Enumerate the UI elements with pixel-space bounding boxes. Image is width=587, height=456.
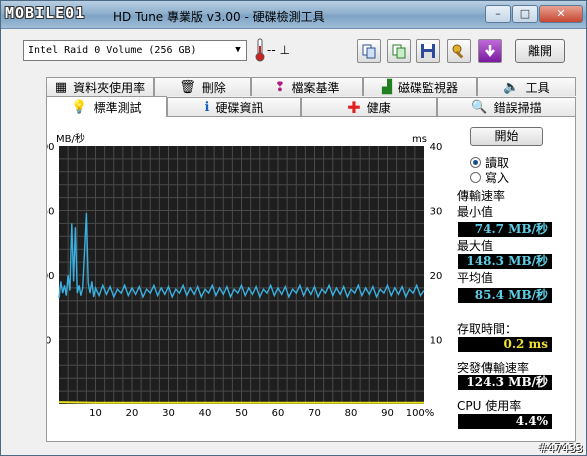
y-tick-left: 100 xyxy=(47,271,55,282)
read-radio-dot xyxy=(470,157,481,168)
y-tick-right: 20 xyxy=(430,271,443,282)
x-tick: 100% xyxy=(406,408,435,419)
tab-label: 硬碟資訊 xyxy=(215,100,264,115)
trash-icon: 🗑 xyxy=(179,79,196,95)
y-tick-left: 150 xyxy=(47,207,55,218)
copy-image-icon xyxy=(392,44,406,59)
x-tick: 70 xyxy=(308,408,321,419)
options-button[interactable] xyxy=(447,39,471,63)
health-cross-icon: ✚ xyxy=(347,97,361,117)
benchmark-icon: 💡 xyxy=(71,99,88,115)
transfer-rate-chart: MB/秒 ms 50 100 150 200 10 20 30 40 10 20 30 40 50 60 70 8… xyxy=(47,132,443,419)
tab-disk-info[interactable]: ℹ 硬碟資訊 xyxy=(167,97,301,116)
info-icon: ℹ xyxy=(204,99,210,115)
y-tick-right: 40 xyxy=(430,142,443,153)
tools-icon xyxy=(452,44,464,59)
tab-folder-usage[interactable]: ▦ 資料夾使用率 xyxy=(46,77,154,96)
copy-icon xyxy=(362,44,376,59)
drive-select-value: Intel Raid 0 Volume (256 GB) xyxy=(28,45,197,56)
tab-label: 磁碟監視器 xyxy=(397,80,458,95)
x-tick: 10 xyxy=(89,408,102,419)
magnifier-icon: 🔍 xyxy=(471,99,488,115)
burst-rate-value: 124.3 MB/秒 xyxy=(458,375,552,390)
y-axis-label-left: MB/秒 xyxy=(56,132,85,145)
y-tick-left: 50 xyxy=(47,336,51,347)
tab-label: 標準測試 xyxy=(93,100,142,115)
write-radio-label: 寫入 xyxy=(485,171,510,185)
y-tick-right: 10 xyxy=(430,336,443,347)
file-benchmark-icon: ❢ xyxy=(274,79,286,95)
x-tick: 50 xyxy=(235,408,248,419)
tab-label: 資料夾使用率 xyxy=(73,80,146,95)
thermometer-icon xyxy=(255,38,265,62)
y-tick-left: 200 xyxy=(47,142,55,153)
close-button[interactable]: ✕ xyxy=(539,5,583,23)
write-radio-dot xyxy=(470,172,481,183)
tab-erase[interactable]: 🗑 刪除 xyxy=(154,77,251,96)
arrow-down-icon xyxy=(485,45,495,58)
min-value: 74.7 MB/秒 xyxy=(458,222,552,237)
start-button[interactable]: 開始 xyxy=(470,127,543,146)
y-axis-label-right: ms xyxy=(412,134,427,145)
title-bar[interactable]: MOBILE01 HD Tune 專業版 v3.00 - 硬碟檢測工具 – □ … xyxy=(1,1,586,29)
speaker-icon: 🔈 xyxy=(503,79,520,95)
tab-benchmark[interactable]: 💡 標準測試 xyxy=(46,96,167,117)
x-tick: 40 xyxy=(199,408,212,419)
save-button[interactable] xyxy=(416,39,440,63)
download-button[interactable] xyxy=(478,39,502,63)
tab-error-scan[interactable]: 🔍 錯誤掃描 xyxy=(437,97,576,116)
copy-info-button[interactable] xyxy=(357,39,381,63)
x-tick: 20 xyxy=(126,408,139,419)
tab-label: 檔案基準 xyxy=(291,80,340,95)
tab-health[interactable]: ✚ 健康 xyxy=(301,97,437,117)
burst-rate-label: 突發傳輸速率 xyxy=(457,361,530,375)
cpu-usage-label: CPU 使用率 xyxy=(457,399,522,413)
transfer-rate-heading: 傳輸速率 xyxy=(457,189,506,203)
x-tick: 90 xyxy=(381,408,394,419)
avg-label: 平均值 xyxy=(457,271,494,285)
mobile01-logo: MOBILE01 xyxy=(5,4,86,22)
benchmark-panel: MB/秒 ms 50 100 150 200 10 20 30 40 10 20 30 40 50 60 70 8… xyxy=(46,116,576,442)
tab-label: 工具 xyxy=(525,80,550,95)
exit-button[interactable]: 離開 xyxy=(515,39,565,63)
copy-screenshot-button[interactable] xyxy=(387,39,411,63)
tab-row-top: ▦ 資料夾使用率 🗑 刪除 ❢ 檔案基準 ▟ 磁碟監視器 🔈 工具 xyxy=(46,77,576,96)
tab-label: 錯誤掃描 xyxy=(493,100,542,115)
y-tick-right: 30 xyxy=(430,207,443,218)
floppy-disk-icon xyxy=(421,44,435,58)
x-tick: 30 xyxy=(162,408,175,419)
tab-label: 刪除 xyxy=(201,80,226,95)
x-tick: 60 xyxy=(272,408,285,419)
access-time-value: 0.2 ms xyxy=(458,337,552,352)
drive-select[interactable]: Intel Raid 0 Volume (256 GB) ▼ xyxy=(23,40,247,61)
temperature-readout: -- ⊥ xyxy=(267,43,290,57)
access-time-series xyxy=(58,401,424,404)
minimize-button[interactable]: – xyxy=(485,5,511,23)
cpu-usage-value: 4.4% xyxy=(458,414,552,429)
toolbar: Intel Raid 0 Volume (256 GB) ▼ -- ⊥ 離開 xyxy=(1,30,586,72)
min-label: 最小值 xyxy=(457,205,494,219)
tab-disk-monitor[interactable]: ▟ 磁碟監視器 xyxy=(363,77,477,96)
watermark: #47433 xyxy=(538,442,583,455)
x-tick: 80 xyxy=(345,408,358,419)
maximize-button[interactable]: □ xyxy=(512,5,538,23)
max-label: 最大值 xyxy=(457,239,494,253)
folder-icon: ▦ xyxy=(54,79,68,95)
max-value: 148.3 MB/秒 xyxy=(458,254,552,269)
tab-label: 健康 xyxy=(366,100,391,115)
write-radio[interactable]: 寫入 xyxy=(470,169,509,186)
tab-file-benchmark[interactable]: ❢ 檔案基準 xyxy=(251,77,363,96)
disk-monitor-icon: ▟ xyxy=(381,79,392,95)
avg-value: 85.4 MB/秒 xyxy=(458,288,552,303)
tab-row-bottom: 💡 標準測試 ℹ 硬碟資訊 ✚ 健康 🔍 錯誤掃描 xyxy=(46,96,576,117)
window-title: HD Tune 專業版 v3.00 - 硬碟檢測工具 xyxy=(113,10,325,24)
access-time-label: 存取時間： xyxy=(457,322,518,336)
app-window: MOBILE01 HD Tune 專業版 v3.00 - 硬碟檢測工具 – □ … xyxy=(0,0,587,456)
chevron-down-icon: ▼ xyxy=(235,45,241,55)
tab-tools[interactable]: 🔈 工具 xyxy=(477,77,576,96)
